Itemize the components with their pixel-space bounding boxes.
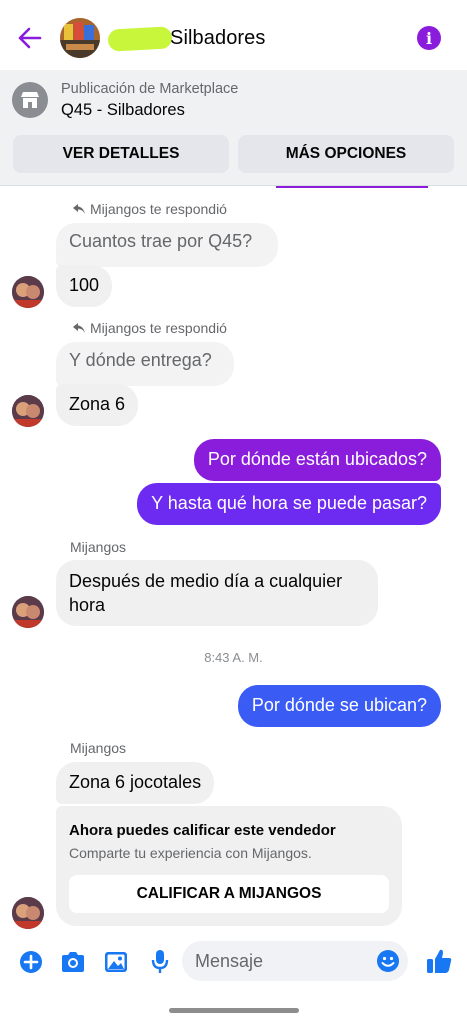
incoming-message[interactable]: Zona 6: [56, 384, 139, 426]
contact-avatar[interactable]: [12, 276, 44, 308]
marketplace-listing-panel: Publicación de Marketplace Q45 - Silbado…: [0, 70, 467, 186]
quoted-message[interactable]: Y dónde entrega?: [56, 342, 234, 386]
message-line: hora: [69, 595, 106, 615]
thumbs-up-icon[interactable]: [425, 947, 453, 975]
listing-avatar[interactable]: [60, 18, 100, 58]
more-options-button[interactable]: MÁS OPCIONES: [238, 135, 454, 173]
quoted-message[interactable]: Cuantos trae por Q45?: [56, 223, 278, 267]
camera-icon[interactable]: [60, 949, 86, 975]
gallery-icon[interactable]: [103, 949, 129, 975]
rate-card-title: Ahora puedes calificar este vendedor: [69, 822, 336, 839]
back-arrow-icon[interactable]: [14, 22, 46, 54]
sender-name: Mijangos: [70, 740, 127, 756]
listing-type-label: Publicación de Marketplace: [61, 81, 239, 97]
reply-note-text: Mijangos te respondió: [90, 320, 227, 336]
reply-note: Mijangos te respondió: [72, 320, 227, 336]
incoming-message[interactable]: Después de medio día a cualquier hora: [56, 560, 378, 626]
outgoing-message[interactable]: Por dónde se ubican?: [237, 685, 441, 727]
contact-avatar[interactable]: [12, 596, 44, 628]
store-icon: [12, 82, 48, 118]
chat-title[interactable]: Silbadores: [170, 27, 266, 50]
scroll-indicator: [276, 186, 428, 188]
home-indicator: [169, 1008, 299, 1013]
redaction-mark: [107, 26, 173, 52]
reply-note: Mijangos te respondió: [72, 201, 227, 217]
rate-seller-button[interactable]: CALIFICAR A MIJANGOS: [69, 875, 389, 913]
message-line: Después de medio día a cualquier: [69, 571, 343, 591]
incoming-message[interactable]: 100: [56, 265, 113, 307]
info-icon[interactable]: i: [417, 26, 441, 50]
listing-title[interactable]: Q45 - Silbadores: [61, 101, 185, 120]
message-input[interactable]: [182, 941, 408, 981]
reply-icon: [73, 204, 85, 214]
microphone-icon[interactable]: [147, 949, 173, 975]
message-timestamp: 8:43 A. M.: [204, 650, 263, 665]
contact-avatar[interactable]: [12, 897, 44, 929]
rate-card-subtitle: Comparte tu experiencia con Mijangos.: [69, 845, 312, 861]
incoming-message[interactable]: Zona 6 jocotales: [56, 762, 215, 804]
outgoing-message[interactable]: Por dónde están ubicados?: [193, 439, 441, 481]
view-details-button[interactable]: VER DETALLES: [13, 135, 229, 173]
outgoing-message[interactable]: Y hasta qué hora se puede pasar?: [137, 483, 441, 525]
reply-note-text: Mijangos te respondió: [90, 201, 227, 217]
chat-header: Silbadores i: [0, 0, 467, 70]
rate-seller-card: Ahora puedes calificar este vendedor Com…: [56, 806, 402, 926]
sender-name: Mijangos: [70, 539, 127, 555]
contact-avatar[interactable]: [12, 395, 44, 427]
reply-icon: [73, 323, 85, 333]
plus-icon[interactable]: [18, 949, 44, 975]
emoji-icon[interactable]: [376, 949, 400, 973]
